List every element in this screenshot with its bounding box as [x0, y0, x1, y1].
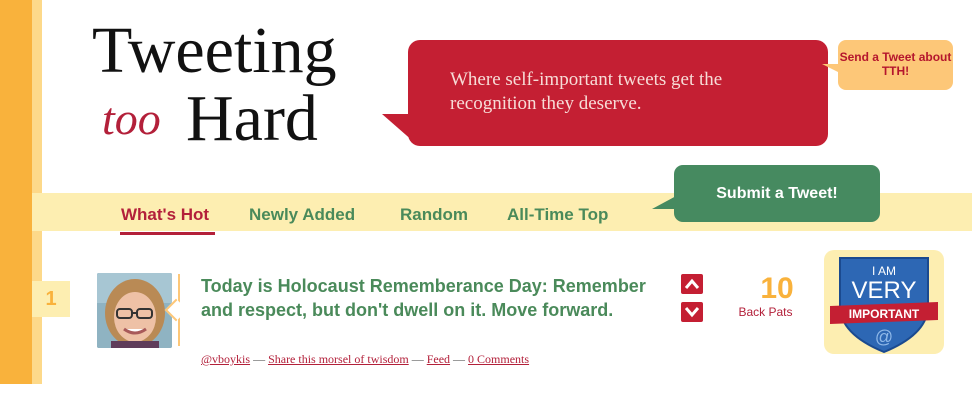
left-stripe-light [32, 0, 42, 384]
tweet-meta: @vboykis — Share this morsel of twisdom … [201, 352, 529, 367]
tweet-text[interactable]: Today is Holocaust Rememberance Day: Rem… [201, 274, 671, 322]
tagline-bubble-tail [382, 114, 414, 142]
tagline-bubble: Where self-important tweets get the reco… [382, 40, 828, 146]
nav-tab-random[interactable]: Random [400, 205, 468, 225]
meta-separator: — [253, 352, 269, 366]
nav-bar-stripe [0, 193, 32, 231]
active-tab-underline [120, 232, 215, 235]
badge-line3: IMPORTANT [849, 307, 920, 321]
user-avatar[interactable] [97, 273, 172, 348]
back-pats-label: Back Pats [738, 305, 793, 319]
nav-tab-newly-added[interactable]: Newly Added [249, 205, 355, 225]
badge-line1: I AM [872, 264, 896, 278]
tagline-text: Where self-important tweets get the reco… [450, 69, 723, 114]
logo-hard: Hard [186, 82, 318, 155]
rank-number: 1 [32, 281, 70, 317]
send-bubble-tail [822, 64, 842, 74]
avatar-portrait-icon [97, 273, 172, 348]
chevron-down-icon [684, 307, 700, 318]
submit-tweet-button[interactable]: Submit a Tweet! [652, 165, 880, 222]
upvote-button[interactable] [681, 274, 703, 294]
chevron-up-icon [684, 278, 700, 289]
left-stripe-dark [0, 0, 32, 384]
back-pats-count: 10 [760, 272, 794, 305]
very-important-badge-graphic: I AM VERY IMPORTANT @ [824, 250, 944, 354]
send-tweet-label: Send a Tweet about TTH! [839, 50, 952, 78]
submit-bubble-tail [652, 195, 678, 209]
share-link[interactable]: Share this morsel of twisdom [268, 352, 409, 366]
quote-bracket [178, 274, 192, 346]
very-important-badge: I AM VERY IMPORTANT @ [822, 248, 946, 356]
meta-separator: — [453, 352, 469, 366]
submit-tweet-label: Submit a Tweet! [716, 185, 838, 202]
site-logo[interactable]: Tweeting too Hard [92, 18, 402, 158]
logo-too: too [102, 93, 161, 144]
nav-tab-whats-hot[interactable]: What's Hot [121, 205, 209, 225]
comments-link[interactable]: 0 Comments [468, 352, 529, 366]
logo-tweeting: Tweeting [92, 14, 337, 87]
send-tweet-about-tth-button[interactable]: Send a Tweet about TTH! [822, 40, 953, 90]
nav-tab-all-time-top[interactable]: All-Time Top [507, 205, 608, 225]
badge-line4: @ [875, 327, 893, 347]
badge-line2: VERY [852, 277, 917, 304]
meta-separator: — [411, 352, 427, 366]
downvote-button[interactable] [681, 302, 703, 322]
author-link[interactable]: @vboykis [201, 352, 250, 366]
feed-link[interactable]: Feed [427, 352, 450, 366]
